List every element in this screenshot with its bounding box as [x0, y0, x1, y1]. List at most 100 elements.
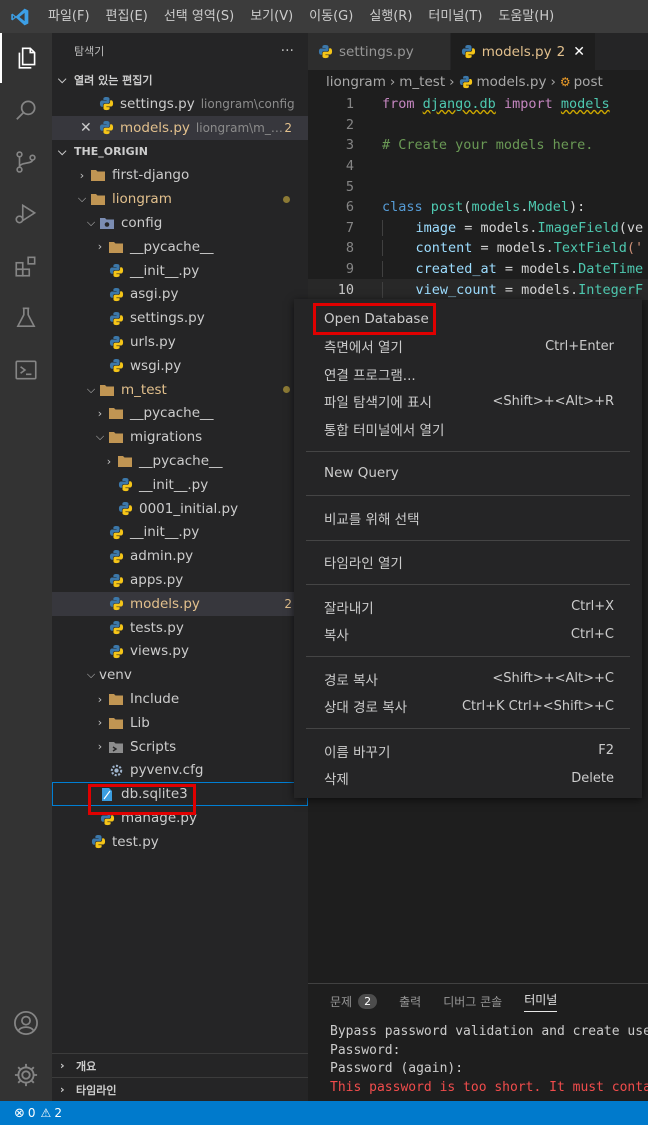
testing-flask-icon[interactable]: [0, 293, 52, 343]
config-folder-icon: [99, 215, 115, 231]
menu-item[interactable]: 실행(R): [361, 0, 420, 33]
close-tab-icon[interactable]: ✕: [573, 44, 585, 60]
tree-item[interactable]: ⌵ liongram: [52, 187, 308, 211]
open-editor-models[interactable]: ✕ models.py liongram\m_t... 2: [52, 115, 308, 140]
folder-icon: [90, 191, 106, 207]
warning-count: 2: [54, 1106, 62, 1120]
open-editor-name: settings.py: [120, 95, 195, 112]
tree-item[interactable]: ⌵ venv: [52, 663, 308, 687]
line-number: 7: [345, 219, 354, 236]
tree-item[interactable]: asgi.py: [52, 283, 308, 307]
outline-section[interactable]: › 개요: [52, 1053, 308, 1077]
tree-item[interactable]: models.py 2: [52, 591, 308, 616]
menu-item[interactable]: 이동(G): [301, 0, 361, 33]
problems-status[interactable]: ⊗ 0 ⚠ 2: [14, 1106, 62, 1121]
close-editor-icon[interactable]: ✕: [80, 120, 98, 136]
breadcrumb-item[interactable]: m_test: [399, 74, 445, 90]
tree-item[interactable]: 0001_initial.py: [52, 497, 308, 521]
problem-count-badge: 2: [284, 120, 292, 135]
menu-item-shortcut: F2: [598, 743, 614, 759]
tree-item[interactable]: › Include: [52, 687, 308, 711]
context-menu-item[interactable]: 이름 바꾸기 F2: [294, 737, 642, 765]
tab-output[interactable]: 출력: [399, 993, 421, 1010]
tree-item[interactable]: ⌵ config: [52, 211, 308, 235]
tree-item-label: __pycache__: [130, 405, 214, 422]
chevron-right-icon: ›: [60, 1083, 65, 1096]
terminal-output[interactable]: Bypass password validation and create us…: [308, 1018, 648, 1098]
python-file-icon: [117, 501, 133, 517]
tree-item[interactable]: __init__.py: [52, 521, 308, 545]
folder-icon: [108, 691, 124, 707]
tree-item[interactable]: › __pycache__: [52, 235, 308, 259]
tree-item[interactable]: wsgi.py: [52, 354, 308, 378]
breadcrumb-item[interactable]: liongram: [326, 74, 386, 90]
context-menu-item[interactable]: 비교를 위해 선택: [294, 504, 642, 532]
tree-item[interactable]: __init__.py: [52, 473, 308, 497]
context-menu-item[interactable]: 통합 터미널에서 열기: [294, 415, 642, 443]
tab-terminal[interactable]: 터미널: [524, 991, 558, 1012]
context-menu-item[interactable]: 상대 경로 복사 Ctrl+K Ctrl+<Shift>+C: [294, 693, 642, 721]
menu-item[interactable]: 보기(V): [242, 0, 301, 33]
context-menu-item[interactable]: 경로 복사 <Shift>+<Alt>+C: [294, 665, 642, 693]
settings-gear-icon[interactable]: [0, 1050, 52, 1100]
code-token: class: [382, 199, 423, 216]
menu-item[interactable]: 편집(E): [98, 0, 156, 33]
code-line-current: 10 view_count = models. IntegerF: [308, 279, 648, 300]
tab-models[interactable]: models.py 2 ✕: [450, 33, 596, 70]
tab-settings[interactable]: settings.py: [308, 33, 451, 70]
context-menu-item[interactable]: 삭제 Delete: [294, 765, 642, 793]
tree-item[interactable]: test.py: [52, 830, 308, 854]
open-editors-section[interactable]: ⌵ 열려 있는 편집기: [52, 68, 308, 92]
tree-item-label: config: [121, 215, 163, 232]
tree-item[interactable]: urls.py: [52, 330, 308, 354]
menu-separator: [306, 584, 630, 585]
context-menu-item[interactable]: 연결 프로그램...: [294, 360, 642, 388]
tree-item[interactable]: tests.py: [52, 616, 308, 640]
tab-debug-console[interactable]: 디버그 콘솔: [443, 993, 502, 1010]
search-icon[interactable]: [0, 85, 52, 135]
tree-item[interactable]: › __pycache__: [52, 449, 308, 473]
vscode-logo-icon[interactable]: [0, 0, 40, 33]
tree-item[interactable]: › first-django: [52, 164, 308, 188]
tree-item[interactable]: › Lib: [52, 711, 308, 735]
context-menu-item[interactable]: 잘라내기 Ctrl+X: [294, 593, 642, 621]
context-menu-item[interactable]: 복사 Ctrl+C: [294, 621, 642, 649]
tree-item-label: venv: [99, 667, 132, 684]
tab-problems[interactable]: 문제 2: [330, 993, 378, 1010]
context-menu: Open Database 측면에서 열기 Ctrl+Enter 연결 프로그램...…: [294, 299, 642, 798]
menu-item[interactable]: 선택 영역(S): [156, 0, 242, 33]
tree-item[interactable]: settings.py: [52, 306, 308, 330]
run-debug-icon[interactable]: [0, 189, 52, 239]
menu-item[interactable]: 터미널(T): [420, 0, 490, 33]
menu-separator: [306, 539, 630, 541]
breadcrumb-item[interactable]: post: [574, 74, 603, 90]
source-control-icon[interactable]: [0, 137, 52, 187]
tree-item[interactable]: apps.py: [52, 568, 308, 592]
tree-item[interactable]: › Scripts: [52, 735, 308, 759]
context-menu-item[interactable]: 파일 탐색기에 표시 <Shift>+<Alt>+R: [294, 388, 642, 416]
remote-terminal-icon[interactable]: [0, 345, 52, 395]
tree-item[interactable]: __init__.py: [52, 259, 308, 283]
code-token: django.db: [422, 96, 496, 113]
accounts-icon[interactable]: [0, 998, 52, 1048]
tree-item[interactable]: ⌵ migrations: [52, 425, 308, 449]
explorer-icon[interactable]: [0, 33, 52, 83]
tree-item[interactable]: admin.py: [52, 544, 308, 568]
context-menu-item[interactable]: 측면에서 열기 Ctrl+Enter: [294, 333, 642, 361]
timeline-section[interactable]: › 타임라인: [52, 1077, 308, 1101]
extensions-icon[interactable]: [0, 241, 52, 291]
workspace-section[interactable]: ⌵ THE_ORIGIN: [52, 140, 308, 164]
menu-item[interactable]: 파일(F): [40, 0, 98, 33]
tree-item[interactable]: pyvenv.cfg: [52, 759, 308, 783]
tree-item[interactable]: ⌵ m_test: [52, 378, 308, 402]
tree-item-label: __init__.py: [130, 262, 200, 279]
tree-item[interactable]: › __pycache__: [52, 402, 308, 426]
menu-item[interactable]: 도움말(H): [490, 0, 562, 33]
more-actions-button[interactable]: ···: [281, 43, 294, 59]
code-editor[interactable]: 1 from django.db import models 2 3 # Cre…: [308, 94, 648, 300]
context-menu-item[interactable]: 타임라인 열기: [294, 549, 642, 577]
open-editor-settings[interactable]: settings.py liongram\config: [52, 92, 308, 116]
tree-item[interactable]: views.py: [52, 640, 308, 664]
breadcrumb-item[interactable]: models.py: [477, 74, 547, 90]
context-menu-item[interactable]: New Query: [294, 460, 642, 488]
